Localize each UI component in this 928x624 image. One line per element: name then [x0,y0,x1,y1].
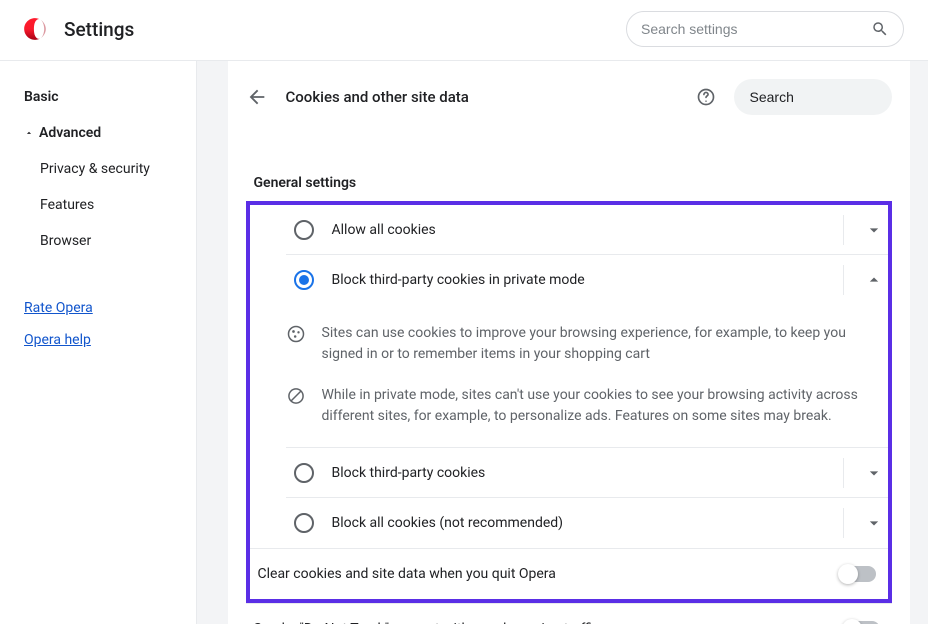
sidebar: Basic Advanced Privacy & security Featur… [0,61,197,624]
setting-do-not-track: Send a "Do Not Track" request with your … [246,604,892,624]
separator [843,508,844,538]
setting-label: Clear cookies and site data when you qui… [258,566,840,582]
option-allow-all[interactable]: Allow all cookies [286,205,888,255]
radio-block-all[interactable] [294,513,314,533]
option-label: Allow all cookies [332,222,843,238]
app-header: Settings [0,0,928,61]
global-search-input[interactable] [641,21,871,37]
main-layout: Basic Advanced Privacy & security Featur… [0,61,928,624]
option-block-third[interactable]: Block third-party cookies [286,448,888,498]
chevron-down-icon[interactable] [864,513,884,533]
app-title: Settings [64,18,134,41]
option-label: Block all cookies (not recommended) [332,515,843,531]
detail-text: While in private mode, sites can't use y… [322,385,876,427]
content-outer: Cookies and other site data General sett… [197,61,928,624]
separator [843,265,844,295]
chevron-up-icon[interactable] [864,270,884,290]
option-label: Block third-party cookies [332,465,843,481]
detail-text: Sites can use cookies to improve your br… [322,323,876,365]
radio-allow-all[interactable] [294,220,314,240]
sidebar-divider [24,269,196,270]
chevron-down-icon[interactable] [864,220,884,240]
opera-help-link[interactable]: Opera help [24,332,196,348]
detail-row: While in private mode, sites can't use y… [286,385,876,427]
separator [843,458,844,488]
sidebar-item-browser[interactable]: Browser [24,233,196,249]
help-icon[interactable] [696,87,716,107]
highlight-box: Allow all cookies Block third-party cook… [246,201,892,603]
opera-logo-icon [22,16,48,42]
page-search[interactable] [734,79,892,115]
cookie-icon [286,324,306,344]
option-details: Sites can use cookies to improve your br… [286,305,888,448]
setting-clear-on-quit: Clear cookies and site data when you qui… [250,549,888,599]
radio-block-third-private[interactable] [294,270,314,290]
global-search[interactable] [626,11,904,47]
back-arrow-icon[interactable] [246,86,268,108]
search-icon [871,20,889,38]
caret-up-icon [24,128,34,138]
sidebar-item-privacy[interactable]: Privacy & security [24,161,196,177]
chevron-down-icon[interactable] [864,463,884,483]
settings-area: Allow all cookies Block third-party cook… [246,201,892,624]
sidebar-basic[interactable]: Basic [24,89,196,105]
page-search-input[interactable] [750,89,928,105]
option-block-third-private[interactable]: Block third-party cookies in private mod… [286,255,888,305]
detail-row: Sites can use cookies to improve your br… [286,323,876,365]
sidebar-item-features[interactable]: Features [24,197,196,213]
toggle-clear-on-quit[interactable] [840,566,876,582]
page-title: Cookies and other site data [286,88,678,106]
radio-block-third[interactable] [294,463,314,483]
rate-opera-link[interactable]: Rate Opera [24,300,196,316]
option-block-all[interactable]: Block all cookies (not recommended) [286,498,888,548]
content-panel: Cookies and other site data General sett… [228,61,910,624]
section-title: General settings [246,175,892,191]
option-label: Block third-party cookies in private mod… [332,272,843,288]
block-icon [286,386,306,406]
sidebar-advanced[interactable]: Advanced [24,125,196,141]
header-left: Settings [22,16,134,42]
content-header: Cookies and other site data [246,79,892,115]
separator [843,215,844,245]
